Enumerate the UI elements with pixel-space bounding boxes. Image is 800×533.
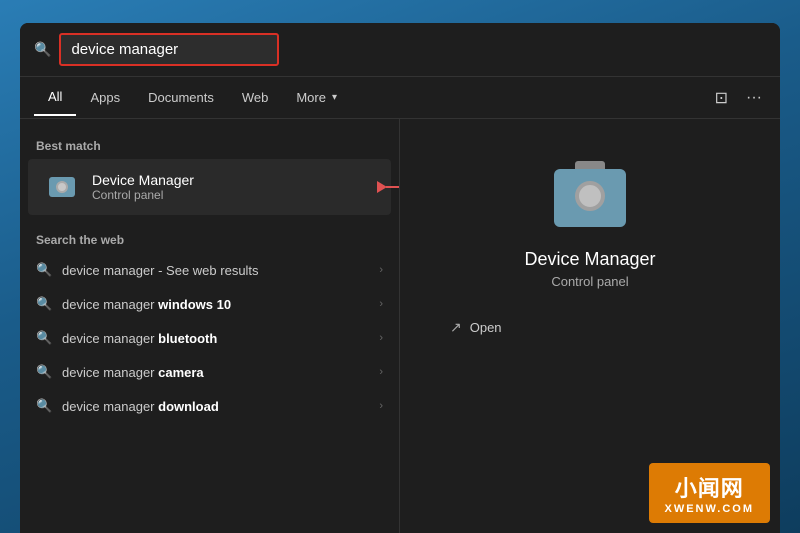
open-icon: ↗ xyxy=(450,319,462,336)
main-content: Best match Device Manager Control panel xyxy=(20,119,780,533)
search-bar: 🔍 xyxy=(20,23,780,77)
right-panel-subtitle: Control panel xyxy=(551,274,628,289)
chevron-right-icon-0: › xyxy=(379,264,383,276)
web-item-bold-3: camera xyxy=(158,365,204,380)
share-icon[interactable]: ⊡ xyxy=(711,84,732,112)
web-search-section: Search the web 🔍 device manager - See we… xyxy=(20,227,399,423)
web-item-text-1: device manager windows 10 xyxy=(62,297,379,312)
web-item-text-0: device manager - See web results xyxy=(62,263,379,278)
search-input[interactable] xyxy=(59,33,279,66)
best-match-label: Best match xyxy=(20,133,399,159)
web-item-1[interactable]: 🔍 device manager windows 10 › xyxy=(20,287,399,321)
best-match-text: Device Manager Control panel xyxy=(92,172,375,202)
chevron-right-icon-4: › xyxy=(379,400,383,412)
right-panel-title: Device Manager xyxy=(524,249,655,270)
right-panel: Device Manager Control panel ↗ Open 小闻网 … xyxy=(400,119,780,533)
tab-apps[interactable]: Apps xyxy=(76,80,134,115)
tab-more[interactable]: More ▾ xyxy=(282,80,351,115)
web-item-bold-4: download xyxy=(158,399,219,414)
watermark-sub-text: XWENW.COM xyxy=(665,503,755,515)
web-item-suffix-0: - See web results xyxy=(155,263,259,278)
chevron-right-icon-1: › xyxy=(379,298,383,310)
tab-documents[interactable]: Documents xyxy=(134,80,228,115)
tab-web[interactable]: Web xyxy=(228,80,283,115)
search-panel: 🔍 All Apps Documents Web More ▾ ⊡ ··· Be… xyxy=(20,23,780,533)
chevron-down-icon: ▾ xyxy=(332,92,337,103)
best-match-title: Device Manager xyxy=(92,172,375,188)
search-icon-1: 🔍 xyxy=(36,296,52,312)
web-item-text-3: device manager camera xyxy=(62,365,379,380)
device-manager-icon-small xyxy=(44,169,80,205)
web-item-3[interactable]: 🔍 device manager camera › xyxy=(20,355,399,389)
open-label: Open xyxy=(470,320,502,335)
open-button[interactable]: ↗ Open xyxy=(440,313,512,342)
chevron-right-icon-3: › xyxy=(379,366,383,378)
best-match-item[interactable]: Device Manager Control panel xyxy=(28,159,391,215)
tabs-bar: All Apps Documents Web More ▾ ⊡ ··· xyxy=(20,77,780,119)
web-item-4[interactable]: 🔍 device manager download › xyxy=(20,389,399,423)
arrow-indicator xyxy=(377,181,400,193)
web-search-label: Search the web xyxy=(20,227,399,253)
best-match-subtitle: Control panel xyxy=(92,188,375,202)
tab-all[interactable]: All xyxy=(34,79,76,116)
tabs-actions: ⊡ ··· xyxy=(711,84,766,112)
left-panel: Best match Device Manager Control panel xyxy=(20,119,400,533)
search-icon-3: 🔍 xyxy=(36,364,52,380)
web-item-2[interactable]: 🔍 device manager bluetooth › xyxy=(20,321,399,355)
search-icon-4: 🔍 xyxy=(36,398,52,414)
web-item-bold-2: bluetooth xyxy=(158,331,217,346)
watermark: 小闻网 XWENW.COM xyxy=(649,463,771,523)
search-icon-2: 🔍 xyxy=(36,330,52,346)
watermark-main-text: 小闻网 xyxy=(665,471,755,503)
chevron-right-icon-2: › xyxy=(379,332,383,344)
search-icon-0: 🔍 xyxy=(36,262,52,278)
web-item-0[interactable]: 🔍 device manager - See web results › xyxy=(20,253,399,287)
web-item-text-2: device manager bluetooth xyxy=(62,331,379,346)
web-item-bold-1: windows 10 xyxy=(158,297,231,312)
search-icon: 🔍 xyxy=(34,41,51,58)
web-item-text-4: device manager download xyxy=(62,399,379,414)
more-options-icon[interactable]: ··· xyxy=(742,85,766,111)
device-manager-icon-large xyxy=(550,159,630,233)
